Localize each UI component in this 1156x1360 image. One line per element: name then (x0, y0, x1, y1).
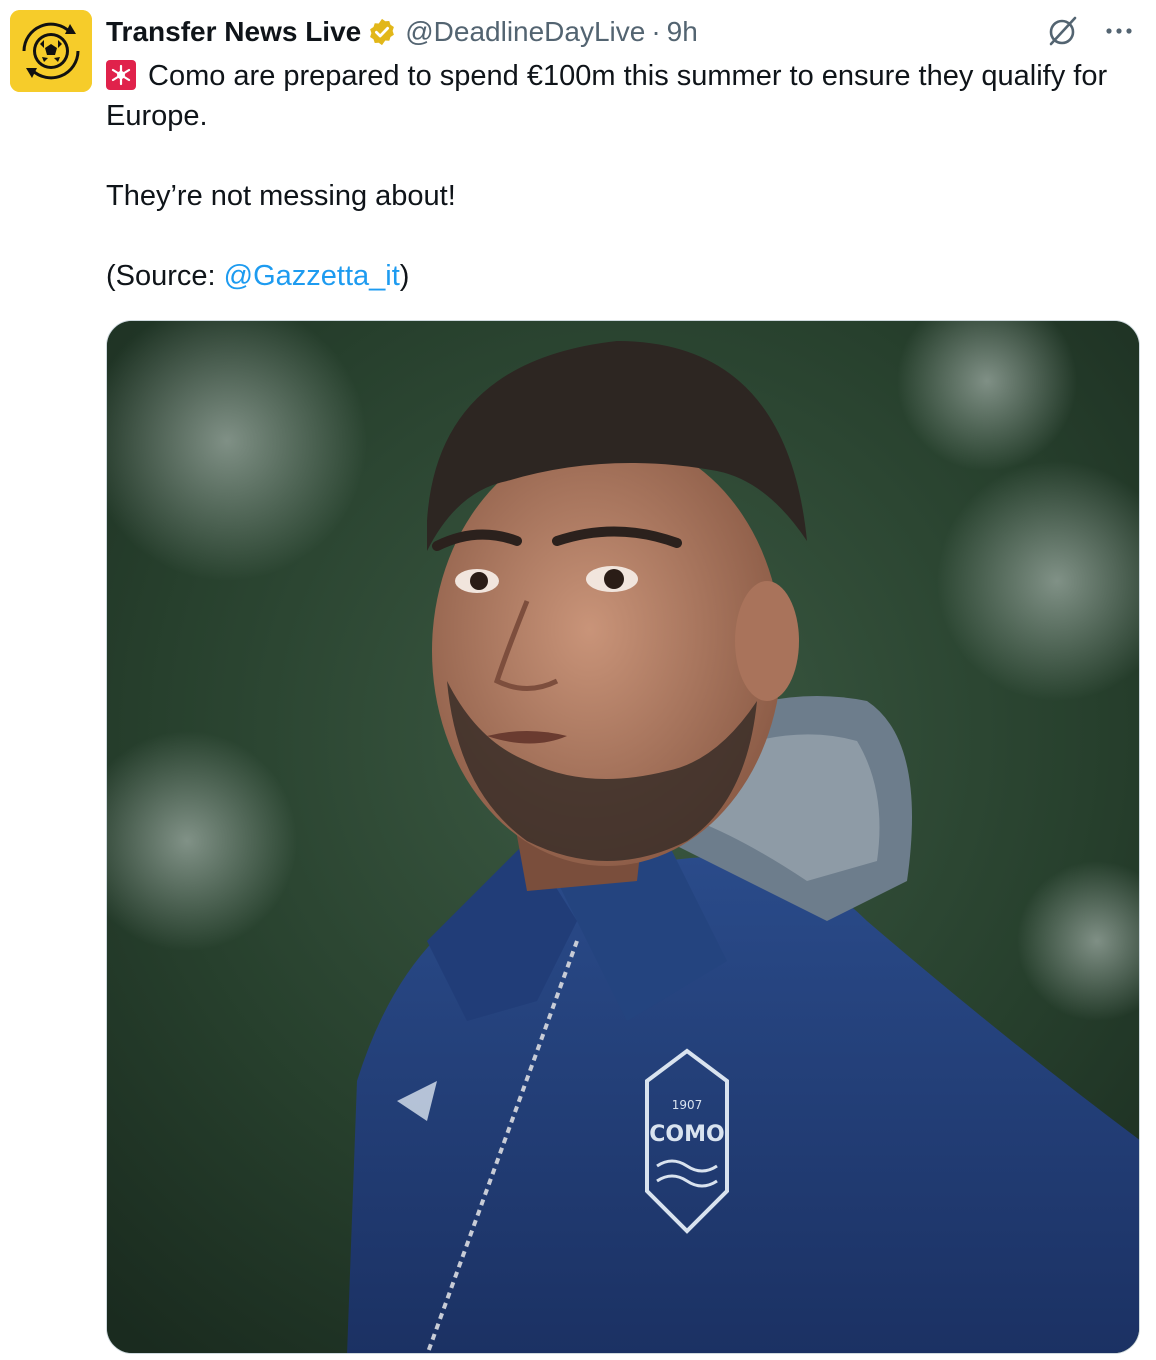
badge-year: 1907 (672, 1098, 703, 1112)
badge-name: COMO (649, 1122, 724, 1147)
tweet-image[interactable]: 1907 COMO (106, 320, 1140, 1354)
author-name[interactable]: Transfer News Live (106, 12, 361, 52)
tweet-header: Transfer News Live @DeadlineDayLive · 9h (106, 12, 1136, 52)
source-mention-link[interactable]: @Gazzetta_it (224, 260, 400, 292)
grok-icon[interactable] (1046, 14, 1080, 48)
author-handle[interactable]: @DeadlineDayLive (405, 12, 645, 52)
more-options-icon[interactable] (1102, 14, 1136, 48)
football-logo-icon (10, 10, 92, 92)
avatar[interactable] (10, 10, 92, 92)
tweet-text-line: Como are prepared to spend €100m this su… (106, 56, 1146, 136)
timestamp[interactable]: 9h (667, 12, 698, 52)
tweet: Transfer News Live @DeadlineDayLive · 9h… (0, 0, 1156, 1360)
coach-photo: 1907 COMO (107, 321, 1139, 1353)
source-prefix: (Source: (106, 260, 224, 292)
verified-badge-icon (367, 17, 397, 47)
tweet-text-line1: Como are prepared to spend €100m this su… (106, 60, 1108, 132)
tweet-text: Como are prepared to spend €100m this su… (106, 56, 1146, 296)
tweet-source-line: (Source: @Gazzetta_it) (106, 256, 1146, 296)
tweet-text-line2: They’re not messing about! (106, 180, 456, 212)
siren-emoji-icon (106, 60, 136, 90)
source-suffix: ) (399, 260, 410, 292)
separator-dot: · (651, 16, 661, 47)
